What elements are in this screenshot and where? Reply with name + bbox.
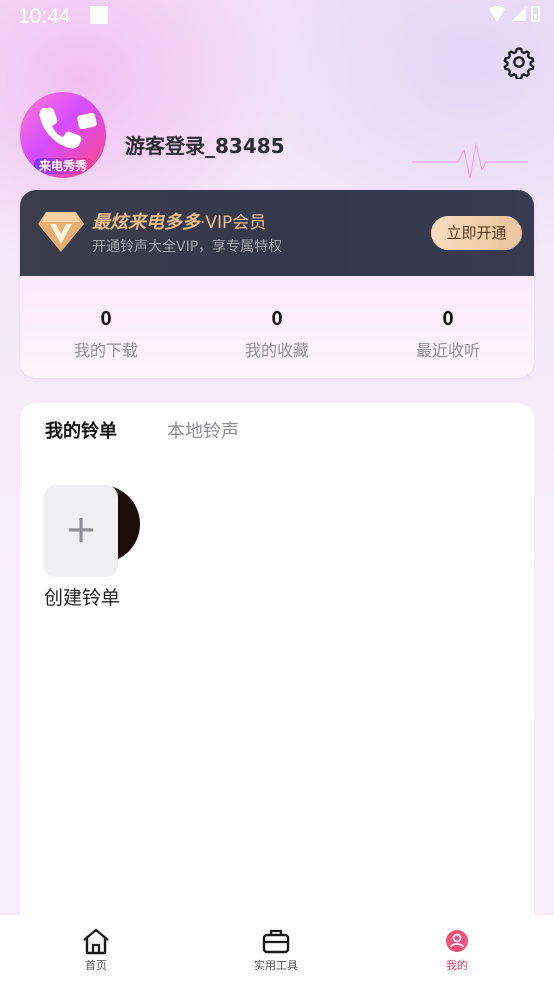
bottom-navigation: 首页 实用工具 我的 bbox=[0, 915, 554, 984]
avatar-caption: 来电秀秀 bbox=[33, 158, 92, 174]
vip-title: 最炫来电多多 bbox=[92, 212, 200, 233]
nav-home-label: 首页 bbox=[85, 959, 107, 972]
stat-value: 0 bbox=[271, 308, 283, 330]
nav-tools[interactable]: 实用工具 bbox=[231, 927, 321, 973]
status-icons bbox=[487, 6, 540, 22]
username[interactable]: 游客登录_83485 bbox=[125, 130, 285, 159]
status-time: 10:44 bbox=[18, 5, 71, 28]
plus-icon: + bbox=[65, 507, 97, 551]
signal-icon bbox=[512, 7, 526, 21]
stats-row: 0 我的下载 0 我的收藏 0 最近收听 bbox=[20, 276, 534, 378]
vip-open-button[interactable]: 立即开通 bbox=[431, 216, 522, 250]
stat-label: 我的下载 bbox=[73, 341, 138, 360]
nav-mine-label: 我的 bbox=[446, 959, 468, 972]
stat-favorites[interactable]: 0 我的收藏 bbox=[191, 308, 363, 361]
nav-home[interactable]: 首页 bbox=[51, 927, 141, 973]
battery-icon bbox=[531, 6, 540, 22]
stat-value: 0 bbox=[442, 308, 454, 330]
wifi-icon bbox=[487, 6, 507, 22]
settings-gear-icon[interactable] bbox=[502, 45, 536, 79]
status-bar: 10:44 bbox=[0, 0, 554, 34]
stat-downloads[interactable]: 0 我的下载 bbox=[20, 308, 192, 361]
toolbox-icon bbox=[262, 929, 290, 954]
tab-my-playlists[interactable]: 我的铃单 bbox=[45, 417, 117, 443]
create-playlist-button[interactable]: + bbox=[44, 485, 118, 577]
home-icon bbox=[83, 928, 109, 955]
create-playlist-tile[interactable]: + bbox=[44, 485, 144, 581]
tab-local-ringtones[interactable]: 本地铃声 bbox=[167, 417, 239, 443]
pulse-line-icon bbox=[412, 142, 528, 180]
nav-mine[interactable]: 我的 bbox=[412, 927, 502, 973]
stat-value: 0 bbox=[100, 308, 112, 330]
vip-diamond-icon bbox=[38, 212, 84, 252]
nav-tools-label: 实用工具 bbox=[254, 959, 298, 972]
playlist-panel: 我的铃单 本地铃声 + 创建铃单 bbox=[20, 403, 534, 963]
user-icon bbox=[446, 930, 468, 952]
vip-title-suffix: ·VIP会员 bbox=[200, 213, 267, 233]
vip-stats-card: 最炫来电多多·VIP会员 开通铃声大全VIP，享专属特权 立即开通 0 我的下载… bbox=[20, 190, 534, 378]
stat-recent[interactable]: 0 最近收听 bbox=[362, 308, 534, 361]
phone-icon bbox=[39, 107, 82, 149]
stat-label: 最近收听 bbox=[415, 341, 480, 360]
avatar[interactable]: 来电秀秀 bbox=[20, 92, 106, 178]
vip-description: 开通铃声大全VIP，享专属特权 bbox=[92, 239, 283, 255]
notification-icon bbox=[90, 6, 108, 24]
vip-banner[interactable]: 最炫来电多多·VIP会员 开通铃声大全VIP，享专属特权 立即开通 bbox=[20, 190, 534, 276]
message-badge-icon bbox=[76, 112, 98, 130]
create-playlist-label[interactable]: 创建铃单 bbox=[44, 583, 120, 610]
stat-label: 我的收藏 bbox=[244, 341, 309, 360]
